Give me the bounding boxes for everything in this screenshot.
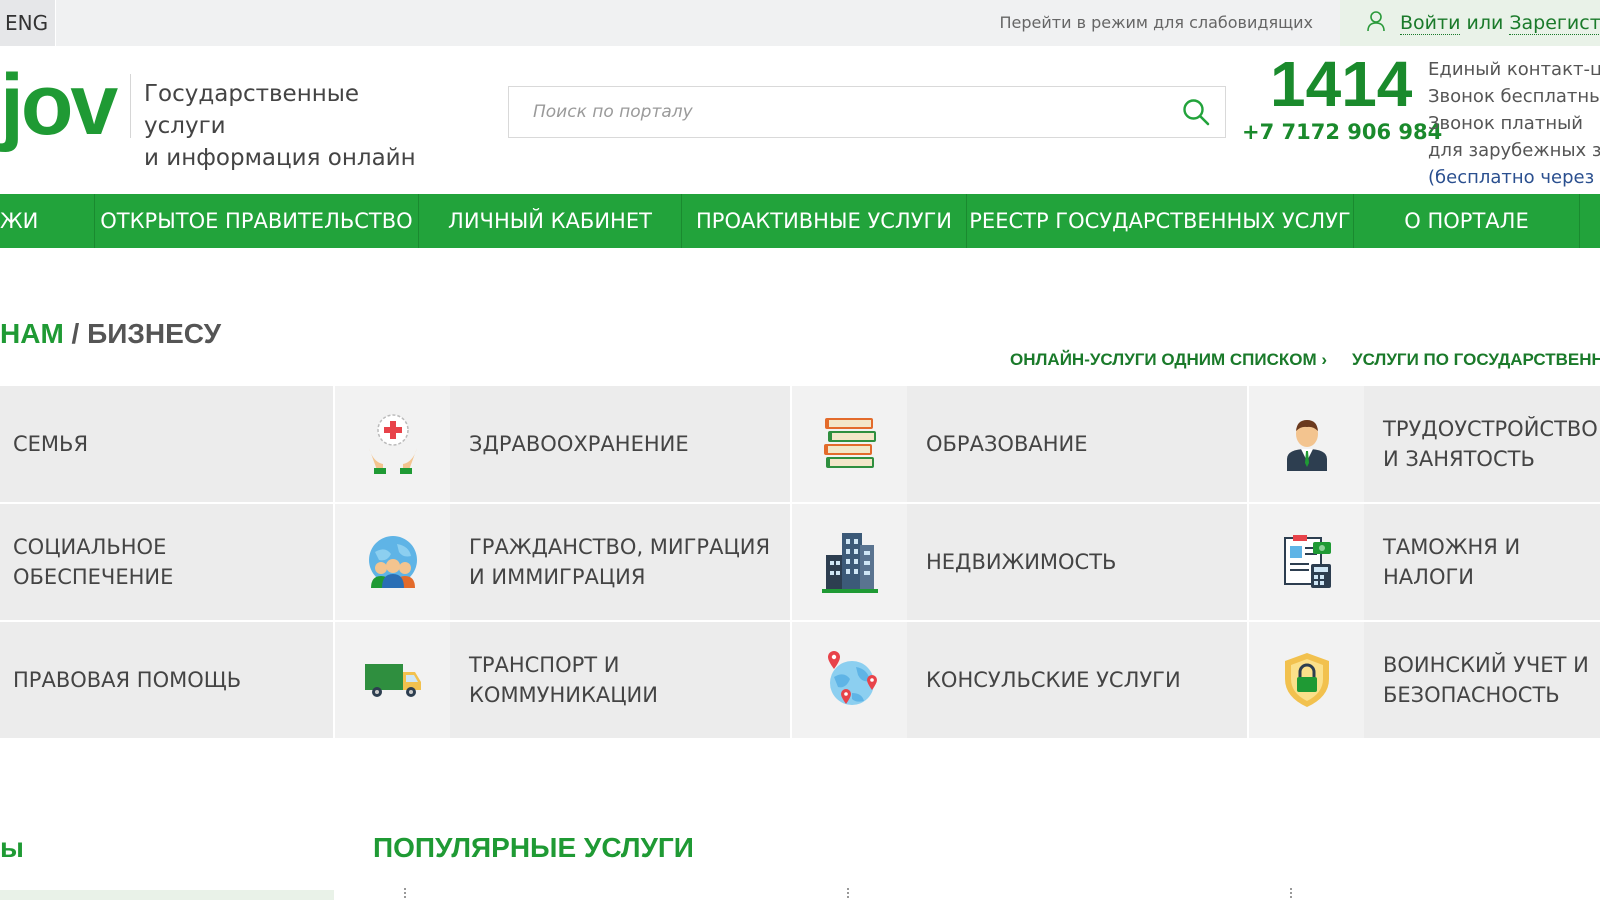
- low-vision-mode-link[interactable]: Перейти в режим для слабовидящих: [1000, 0, 1314, 46]
- divider-mark: [1290, 888, 1292, 898]
- search-icon[interactable]: [1181, 97, 1211, 127]
- search-box: [508, 86, 1226, 138]
- left-section-title: ы: [0, 832, 24, 863]
- category-employment[interactable]: Трудоустройство и занятость: [1249, 386, 1600, 502]
- category-social-security[interactable]: Социальное обеспечение: [0, 504, 333, 620]
- nav-item-prev[interactable]: жи: [0, 194, 95, 248]
- register-link[interactable]: Зарегистри: [1509, 12, 1600, 35]
- nav-item-next[interactable]: П: [1580, 194, 1600, 248]
- login-or-text: или: [1460, 12, 1510, 34]
- category-label: Образование: [926, 432, 1088, 456]
- contact-info: Единый контакт-це Звонок бесплатны Звоно…: [1428, 56, 1600, 191]
- category-label: Недвижимость: [926, 550, 1117, 574]
- popular-services-title: ПОПУЛЯРНЫЕ УСЛУГИ: [373, 832, 694, 863]
- category-label: Воинский учет и безопасность: [1383, 653, 1589, 707]
- phone-number[interactable]: +7 7172 906 984: [1242, 120, 1442, 144]
- services-by-agency-link[interactable]: Услуги по государственны: [1352, 350, 1600, 370]
- healthcare-hands-icon: [335, 386, 450, 502]
- category-education[interactable]: Образование: [792, 386, 1247, 502]
- category-consular[interactable]: Консульские услуги: [792, 622, 1247, 738]
- tab-business[interactable]: БИЗНЕСУ: [87, 318, 221, 349]
- nav-item-personal-cabinet[interactable]: Личный кабинет: [419, 194, 682, 248]
- category-label: Трудоустройство и занятость: [1383, 417, 1598, 471]
- category-real-estate[interactable]: Недвижимость: [792, 504, 1247, 620]
- login-link[interactable]: Войти: [1400, 12, 1461, 35]
- category-label: Консульские услуги: [926, 668, 1181, 692]
- divider-mark: [404, 888, 406, 898]
- tagline-line-1: Государственные услуги: [144, 81, 360, 139]
- tagline-line-2: и информация онлайн: [144, 145, 416, 171]
- category-customs-taxes[interactable]: Таможня и налоги: [1249, 504, 1600, 620]
- category-label: Транспорт и коммуникации: [469, 653, 658, 707]
- contact-line: Звонок бесплатны: [1428, 86, 1600, 107]
- search-input[interactable]: [509, 87, 1149, 137]
- online-services-list-link[interactable]: Онлайн-услуги одним списком ›: [1010, 350, 1327, 370]
- category-citizenship-migration[interactable]: Гражданство, миграция и иммиграция: [335, 504, 790, 620]
- divider-mark: [847, 888, 849, 898]
- category-label: Здравоохранение: [469, 432, 689, 456]
- category-healthcare[interactable]: Здравоохранение: [335, 386, 790, 502]
- category-label: Правовая помощь: [13, 668, 242, 692]
- category-label: Семья: [13, 432, 89, 456]
- category-military-security[interactable]: Воинский учет и безопасность: [1249, 622, 1600, 738]
- category-transport[interactable]: Транспорт и коммуникации: [335, 622, 790, 738]
- language-switch[interactable]: ENG: [0, 0, 56, 46]
- document-calculator-icon: [1249, 504, 1364, 620]
- contact-line: (бесплатно через и: [1428, 167, 1600, 188]
- category-label: Таможня и налоги: [1383, 535, 1521, 589]
- logo-divider: [130, 74, 131, 138]
- nav-item-service-registry[interactable]: Реестр государственных услуг: [967, 194, 1354, 248]
- left-section-strip: [0, 890, 334, 900]
- category-grid: Семья Здравоохранение: [0, 386, 1600, 738]
- nav-item-about-portal[interactable]: О портале: [1354, 194, 1580, 248]
- worker-icon: [1249, 386, 1364, 502]
- login-area: Войти или Зарегистри: [1340, 0, 1600, 46]
- user-icon[interactable]: [1366, 10, 1386, 32]
- globe-people-icon: [335, 504, 450, 620]
- globe-pins-icon: [792, 622, 907, 738]
- nav-item-open-government[interactable]: Открытое правительство: [95, 194, 419, 248]
- login-register: Войти или Зарегистри: [1400, 0, 1600, 46]
- category-label: Социальное обеспечение: [13, 535, 174, 589]
- books-icon: [792, 386, 907, 502]
- tab-citizens[interactable]: НАМ: [0, 318, 64, 349]
- nav-item-proactive-services[interactable]: Проактивные услуги: [682, 194, 967, 248]
- audience-switch: НАМ / БИЗНЕСУ: [0, 318, 221, 350]
- category-family[interactable]: Семья: [0, 386, 333, 502]
- contact-line: Звонок платный: [1428, 113, 1584, 134]
- shield-lock-icon: [1249, 622, 1364, 738]
- top-bar: ENG Перейти в режим для слабовидящих Вой…: [0, 0, 1600, 46]
- hotline-number[interactable]: 1414: [1270, 48, 1412, 120]
- contact-line: для зарубежных зв: [1428, 140, 1600, 161]
- tab-separator: /: [63, 318, 88, 349]
- category-label: Гражданство, миграция и иммиграция: [469, 535, 771, 589]
- category-legal-aid[interactable]: Правовая помощь: [0, 622, 333, 738]
- buildings-icon: [792, 504, 907, 620]
- truck-icon: [335, 622, 450, 738]
- portal-tagline: Государственные услуги и информация онла…: [144, 78, 444, 174]
- main-nav: жи Открытое правительство Личный кабинет…: [0, 194, 1600, 248]
- contact-line: Единый контакт-це: [1428, 59, 1600, 80]
- portal-logo[interactable]: jov: [0, 62, 118, 154]
